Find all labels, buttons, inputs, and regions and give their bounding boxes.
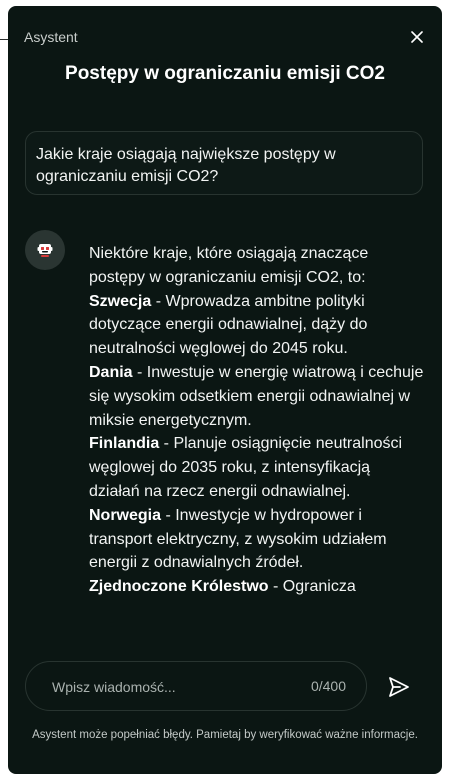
country-name: Zjednoczone Królestwo xyxy=(89,578,269,596)
send-button[interactable] xyxy=(384,672,414,702)
message-composer: 0/400 xyxy=(25,661,367,712)
country-name: Szwecja xyxy=(89,292,152,310)
assistant-list-item: Szwecja - Wprowadza ambitne polityki dot… xyxy=(89,290,424,361)
assistant-list-item: Finlandia - Planuje osiągnięcie neutraln… xyxy=(89,432,424,503)
conversation-title: Postępy w ograniczaniu emisji CO2 xyxy=(65,63,385,84)
country-description: - Ogranicza xyxy=(268,578,356,596)
assistant-list-item: Zjednoczone Królestwo - Ogranicza xyxy=(89,575,424,599)
assistant-list-item: Norwegia - Inwestycje w hydropower i tra… xyxy=(89,504,424,575)
close-button[interactable] xyxy=(406,26,428,48)
assistant-list-item: Dania - Inwestuje w energię wiatrową i c… xyxy=(89,361,424,432)
country-description: - Inwestuje w energię wiatrową i cechuje… xyxy=(89,363,424,429)
message-input[interactable] xyxy=(50,662,274,712)
country-name: Norwegia xyxy=(89,506,162,524)
country-name: Dania xyxy=(89,363,133,381)
assistant-intro: Niektóre kraje, które osiągają znaczące … xyxy=(89,245,369,286)
robot-avatar-icon xyxy=(37,244,53,257)
panel-header: Asystent xyxy=(24,28,426,48)
country-name: Finlandia xyxy=(89,435,160,453)
disclaimer-text: Asystent może popełniać błędy. Pamietaj … xyxy=(32,729,418,741)
assistant-chat-panel: Asystent Postępy w ograniczaniu emisji C… xyxy=(8,6,442,774)
page: Asystent Postępy w ograniczaniu emisji C… xyxy=(0,0,453,781)
assistant-avatar xyxy=(25,230,65,270)
close-icon[interactable] xyxy=(411,31,423,43)
assistant-message: Niektóre kraje, które osiągają znaczące … xyxy=(89,242,424,622)
user-message: Jakie kraje osiągają największe postępy … xyxy=(25,131,423,195)
send-icon[interactable] xyxy=(387,675,411,699)
character-counter: 0/400 xyxy=(310,678,346,694)
app-label: Asystent xyxy=(24,29,78,45)
